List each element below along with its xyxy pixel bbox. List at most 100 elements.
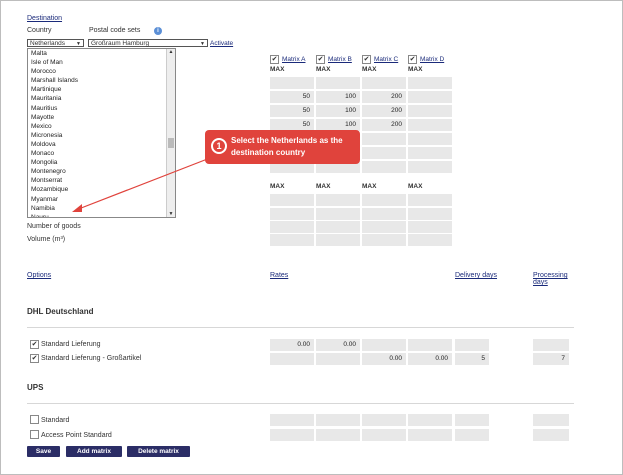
rate-cell[interactable]: [362, 77, 406, 89]
country-option[interactable]: Mayotte: [28, 113, 175, 122]
matrix-input-cell[interactable]: [408, 208, 452, 220]
option-checkbox[interactable]: ✔: [30, 354, 39, 363]
postal-code-set-select[interactable]: Großraum Hamburg ▼: [88, 39, 208, 47]
rate-cell[interactable]: 50: [270, 91, 314, 103]
matrix-input-cell[interactable]: [270, 194, 314, 206]
country-option[interactable]: Martinique: [28, 85, 175, 94]
scroll-up-icon[interactable]: ▲: [167, 49, 175, 55]
matrix-input-cell[interactable]: [316, 208, 360, 220]
rate-input[interactable]: 0.00: [408, 353, 452, 365]
rate-input[interactable]: 0.00: [316, 339, 360, 351]
matrix-name[interactable]: Matrix A: [282, 56, 305, 63]
matrix-input-cell[interactable]: [362, 221, 406, 233]
rate-cell[interactable]: [408, 105, 452, 117]
postal-code-sets-label: Postal code sets: [89, 27, 141, 34]
rate-input[interactable]: [362, 339, 406, 351]
country-option[interactable]: Morocco: [28, 67, 175, 76]
country-option[interactable]: Mexico: [28, 122, 175, 131]
matrix-name[interactable]: Matrix C: [374, 56, 398, 63]
country-select[interactable]: Netherlands ▼: [27, 39, 84, 47]
matrix-header[interactable]: ✔ Matrix C: [362, 55, 398, 64]
matrix-header[interactable]: ✔ Matrix A: [270, 55, 305, 64]
matrix-name[interactable]: Matrix D: [420, 56, 444, 63]
matrix-input-cell[interactable]: [270, 234, 314, 246]
option-checkbox[interactable]: [30, 415, 39, 424]
matrix-input-cell[interactable]: [408, 234, 452, 246]
matrix-input-cell[interactable]: [270, 221, 314, 233]
matrix-checkbox[interactable]: ✔: [270, 55, 279, 64]
matrix-input-cell[interactable]: [316, 234, 360, 246]
matrix-checkbox[interactable]: ✔: [408, 55, 417, 64]
matrix-input-cell[interactable]: [316, 194, 360, 206]
rate-cell[interactable]: 200: [362, 105, 406, 117]
delivery-days-input[interactable]: [455, 429, 489, 441]
rate-cell[interactable]: 200: [362, 91, 406, 103]
scroll-thumb[interactable]: [168, 138, 174, 148]
rate-input[interactable]: [408, 339, 452, 351]
rate-cell[interactable]: 100: [316, 91, 360, 103]
processing-days-input[interactable]: [533, 339, 569, 351]
rate-input[interactable]: [362, 414, 406, 426]
delivery-days-header: Delivery days: [455, 272, 498, 279]
processing-days-input[interactable]: 7: [533, 353, 569, 365]
country-option[interactable]: Isle of Man: [28, 58, 175, 67]
rate-cell[interactable]: [408, 161, 452, 173]
rate-input[interactable]: [316, 414, 360, 426]
rate-input[interactable]: [316, 429, 360, 441]
rate-cell[interactable]: [408, 77, 452, 89]
processing-days-input[interactable]: [533, 414, 569, 426]
delivery-days-input[interactable]: [455, 339, 489, 351]
rate-cell[interactable]: [362, 161, 406, 173]
rate-cell[interactable]: [408, 91, 452, 103]
rate-cell[interactable]: 100: [316, 105, 360, 117]
rate-input[interactable]: [270, 429, 314, 441]
rate-input[interactable]: [270, 353, 314, 365]
rate-cell[interactable]: [362, 133, 406, 145]
matrix-input-cell[interactable]: [316, 221, 360, 233]
country-select-value: Netherlands: [30, 40, 66, 47]
activate-link[interactable]: Activate: [210, 40, 233, 47]
matrix-checkbox[interactable]: ✔: [362, 55, 371, 64]
delete-matrix-button[interactable]: Delete matrix: [127, 446, 190, 457]
rate-cell[interactable]: 50: [270, 105, 314, 117]
country-option[interactable]: Malta: [28, 49, 175, 58]
matrix-checkbox[interactable]: ✔: [316, 55, 325, 64]
country-option[interactable]: Micronesia: [28, 131, 175, 140]
option-checkbox[interactable]: ✔: [30, 340, 39, 349]
delivery-days-input[interactable]: [455, 414, 489, 426]
rate-cell[interactable]: [316, 77, 360, 89]
matrix-name[interactable]: Matrix B: [328, 56, 352, 63]
rate-input[interactable]: [408, 414, 452, 426]
matrix-header[interactable]: ✔ Matrix B: [316, 55, 352, 64]
rate-input[interactable]: [362, 429, 406, 441]
rate-cell[interactable]: [408, 119, 452, 131]
matrix-header[interactable]: ✔ Matrix D: [408, 55, 444, 64]
country-option[interactable]: Marshall Islands: [28, 76, 175, 85]
matrix-input-cell[interactable]: [270, 208, 314, 220]
rate-cell[interactable]: [408, 133, 452, 145]
option-checkbox[interactable]: [30, 430, 39, 439]
delivery-days-input[interactable]: 5: [455, 353, 489, 365]
rate-input[interactable]: [408, 429, 452, 441]
rate-input[interactable]: [270, 414, 314, 426]
save-button[interactable]: Save: [27, 446, 60, 457]
info-icon[interactable]: i: [154, 27, 162, 35]
rate-cell[interactable]: [270, 77, 314, 89]
matrix-input-cell[interactable]: [362, 194, 406, 206]
processing-days-input[interactable]: [533, 429, 569, 441]
country-option[interactable]: Mauritius: [28, 104, 175, 113]
option-label: Standard: [41, 417, 70, 424]
country-option[interactable]: Moldova: [28, 140, 175, 149]
matrix-input-cell[interactable]: [362, 208, 406, 220]
rate-input[interactable]: 0.00: [270, 339, 314, 351]
rate-cell[interactable]: [408, 147, 452, 159]
rate-cell[interactable]: [362, 147, 406, 159]
matrix-input-cell[interactable]: [408, 221, 452, 233]
add-matrix-button[interactable]: Add matrix: [66, 446, 122, 457]
rate-input[interactable]: 0.00: [362, 353, 406, 365]
rate-cell[interactable]: 200: [362, 119, 406, 131]
matrix-input-cell[interactable]: [362, 234, 406, 246]
matrix-input-cell[interactable]: [408, 194, 452, 206]
rate-input[interactable]: [316, 353, 360, 365]
country-option[interactable]: Mauritania: [28, 94, 175, 103]
